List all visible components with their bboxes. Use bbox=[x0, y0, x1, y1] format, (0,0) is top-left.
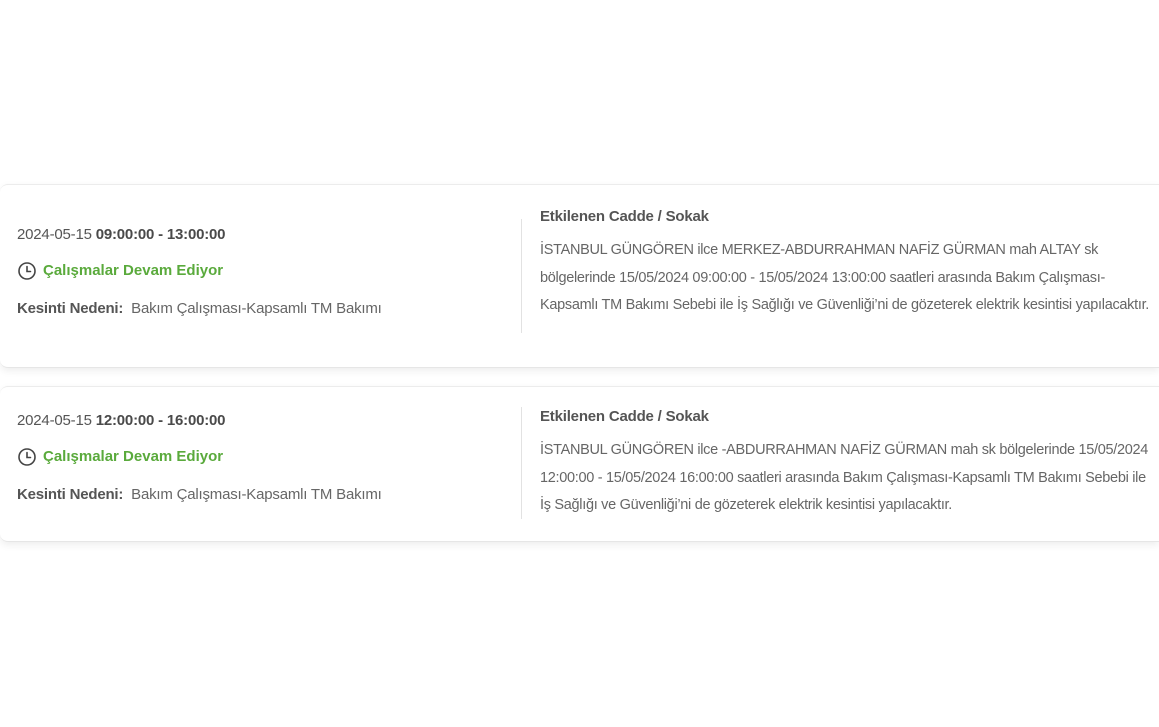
affected-streets-text: İSTANBUL GÜNGÖREN ilce -ABDURRAHMAN NAFİ… bbox=[540, 442, 1149, 513]
outage-time-range: 12:00:00 - 16:00:00 bbox=[95, 412, 226, 429]
clock-icon bbox=[17, 447, 37, 467]
outage-date-time: 2024-05-15 09:00:00 - 13:00:00 bbox=[17, 225, 497, 245]
affected-streets-text: İSTANBUL GÜNGÖREN ilce MERKEZ-ABDURRAHMA… bbox=[540, 242, 1150, 313]
affected-streets-title: Etkilenen Cadde / Sokak bbox=[540, 408, 709, 425]
card-divider bbox=[521, 219, 522, 333]
outage-reason: Kesinti Nedeni: Bakım Çalışması-Kapsamlı… bbox=[17, 299, 497, 319]
outage-list-page: 2024-05-15 09:00:00 - 13:00:00 Çalışmala… bbox=[0, 0, 1159, 727]
outage-reason-value: Bakım Çalışması-Kapsamlı TM Bakımı bbox=[131, 486, 382, 503]
outage-reason-value: Bakım Çalışması-Kapsamlı TM Bakımı bbox=[131, 300, 382, 317]
outage-date-time: 2024-05-15 12:00:00 - 16:00:00 bbox=[17, 411, 497, 431]
outage-summary: 2024-05-15 09:00:00 - 13:00:00 Çalışmala… bbox=[17, 225, 497, 319]
outage-status-label: Çalışmalar Devam Ediyor bbox=[43, 448, 224, 465]
outage-time-range: 09:00:00 - 13:00:00 bbox=[95, 226, 226, 243]
outage-date: 2024-05-15 bbox=[17, 412, 92, 429]
affected-streets: Etkilenen Cadde / Sokak İSTANBUL GÜNGÖRE… bbox=[540, 407, 1152, 520]
outage-card: 2024-05-15 12:00:00 - 16:00:00 Çalışmala… bbox=[0, 386, 1159, 542]
card-divider bbox=[521, 407, 522, 519]
affected-streets: Etkilenen Cadde / Sokak İSTANBUL GÜNGÖRE… bbox=[540, 207, 1152, 320]
outage-status: Çalışmalar Devam Ediyor bbox=[17, 261, 497, 281]
outage-date: 2024-05-15 bbox=[17, 226, 92, 243]
outage-status: Çalışmalar Devam Ediyor bbox=[17, 447, 497, 467]
clock-icon bbox=[17, 261, 37, 281]
outage-status-label: Çalışmalar Devam Ediyor bbox=[43, 262, 224, 279]
outage-reason-label: Kesinti Nedeni: bbox=[17, 300, 124, 317]
outage-reason: Kesinti Nedeni: Bakım Çalışması-Kapsamlı… bbox=[17, 485, 497, 505]
outage-summary: 2024-05-15 12:00:00 - 16:00:00 Çalışmala… bbox=[17, 411, 497, 505]
outage-reason-label: Kesinti Nedeni: bbox=[17, 486, 124, 503]
affected-streets-title: Etkilenen Cadde / Sokak bbox=[540, 208, 709, 225]
outage-card: 2024-05-15 09:00:00 - 13:00:00 Çalışmala… bbox=[0, 184, 1159, 368]
